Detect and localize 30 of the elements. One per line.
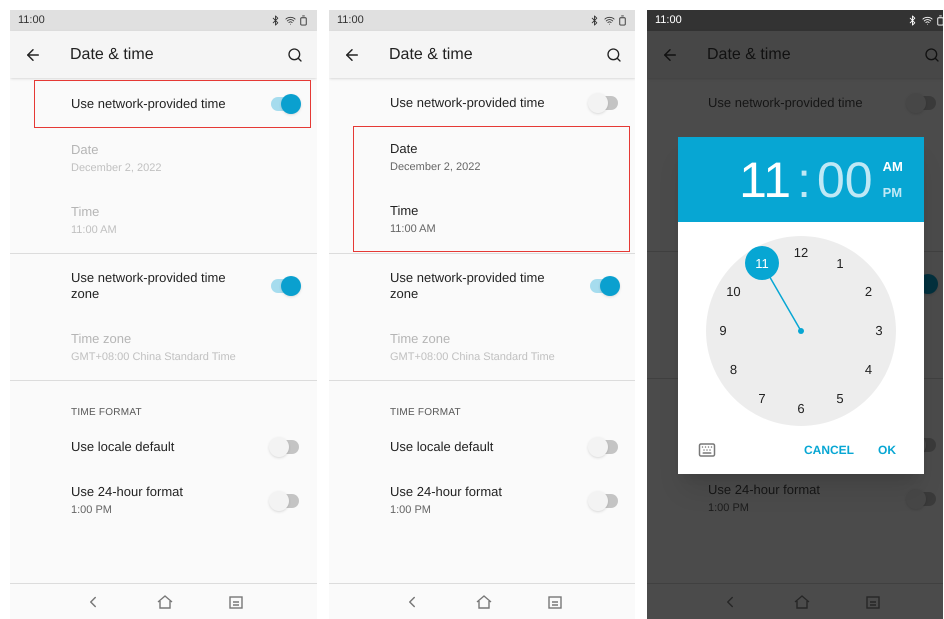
setting-title: Use 24-hour format [71,484,184,500]
setting-value: GMT+08:00 China Standard Time [390,350,556,365]
setting-title: Use locale default [390,439,494,455]
setting-title: Time [71,204,100,220]
setting-title: Date [71,142,100,158]
section-header: TIME FORMAT [71,406,142,420]
setting-value: 1:00 PM [71,502,113,518]
status-time: 11:00 [655,13,682,28]
setting-title: Use network-provided time zone [71,270,227,302]
setting-value: December 2, 2022 [71,160,162,176]
setting-title: Use network-provided time [390,95,546,111]
setting-value: 11:00 AM [71,222,118,238]
setting-title: Date [390,140,418,157]
section-header: TIME FORMAT [390,406,461,420]
status-time: 11:00 [337,13,364,28]
status-time: 11:00 [18,13,45,28]
setting-title: Time zone [390,330,452,347]
setting-title: Use network-provided time [71,96,227,112]
setting-title: Use 24-hour format [390,484,503,500]
setting-title: Use locale default [71,439,176,455]
setting-title: Time [390,202,420,219]
setting-value: December 2, 2022 [390,160,482,175]
screen-title: Date & time [70,44,155,64]
setting-value: 11:00 AM [390,222,437,237]
setting-value: 1:00 PM [390,502,432,518]
setting-title: Time zone [71,330,132,347]
setting-value: GMT+08:00 China Standard Time [71,350,237,365]
setting-title: Use network-provided time zone [390,270,546,302]
time-separator: : [797,154,811,204]
screen-title: Date & time [389,44,474,64]
